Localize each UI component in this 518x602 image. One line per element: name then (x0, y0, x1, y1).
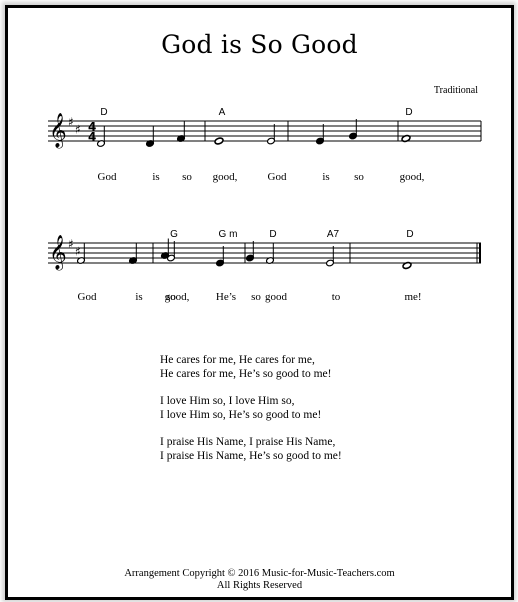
verse-line: I praise His Name, He’s so good to me! (160, 450, 342, 462)
chord-symbol: D (405, 107, 413, 118)
treble-clef-icon: 𝄞 (49, 113, 67, 149)
lyric-syllable: good, (212, 171, 238, 183)
lyric-syllable: is (152, 171, 160, 183)
verse-line: He cares for me, He cares for me, (160, 354, 315, 366)
lyric-syllable: good (265, 291, 287, 303)
lyric-syllable: to (331, 291, 341, 303)
lyric-syllable: good, (399, 171, 425, 183)
lyric-syllable: so (251, 291, 261, 303)
chord-symbol: D (406, 229, 414, 240)
chord-symbol: A7 (326, 229, 340, 240)
chord-symbol: G (170, 229, 178, 240)
lyric-syllable: is (322, 171, 330, 183)
treble-clef-icon: 𝄞 (49, 235, 67, 271)
lyric-syllable: God (77, 291, 97, 303)
copyright-notice: Arrangement Copyright © 2016 Music-for-M… (124, 568, 395, 579)
time-signature-bottom: 4 (88, 130, 96, 144)
lyric-syllable: is (135, 291, 143, 303)
verse-line: I love Him so, He’s so good to me! (160, 409, 322, 421)
verse-line: I praise His Name, I praise His Name, (160, 436, 336, 448)
verse-2: I love Him so, I love Him so, I love Him… (160, 394, 342, 422)
verse-line: I love Him so, I love Him so, (160, 395, 295, 407)
sharp-icon: ♯ (68, 237, 74, 251)
note-head-whole (214, 137, 224, 145)
rights-notice: All Rights Reserved (216, 580, 303, 591)
verse-1: He cares for me, He cares for me, He car… (160, 353, 342, 381)
lyric-syllable: so (182, 171, 192, 183)
footer: Arrangement Copyright © 2016 Music-for-M… (8, 568, 511, 592)
lyric-syllable: He’s (215, 291, 237, 303)
lyric-syllable: so (354, 171, 364, 183)
lyric-syllable: God (97, 171, 117, 183)
sharp-icon: ♯ (75, 123, 81, 137)
lyric-syllable: good, (164, 291, 190, 303)
sharp-icon: ♯ (75, 245, 81, 259)
chord-symbol: A (218, 107, 226, 118)
sharp-icon: ♯ (68, 115, 74, 129)
chord-symbol: D (100, 107, 108, 118)
chord-symbol: D (269, 229, 277, 240)
chord-symbol: G m (218, 229, 238, 240)
verse-line: He cares for me, He’s so good to me! (160, 368, 332, 380)
lyric-syllable: me! (404, 291, 422, 303)
verses: He cares for me, He cares for me, He car… (160, 353, 342, 476)
sheet-music-page: God is So Good Traditional 𝄞 ♯ ♯ 4 4 𝄞 ♯ ♯ DADG… (5, 5, 514, 600)
verse-3: I praise His Name, I praise His Name, I … (160, 435, 342, 463)
lyric-syllable: God (267, 171, 287, 183)
music-notation: 𝄞 ♯♯ 44𝄞 ♯♯ (48, 113, 482, 271)
